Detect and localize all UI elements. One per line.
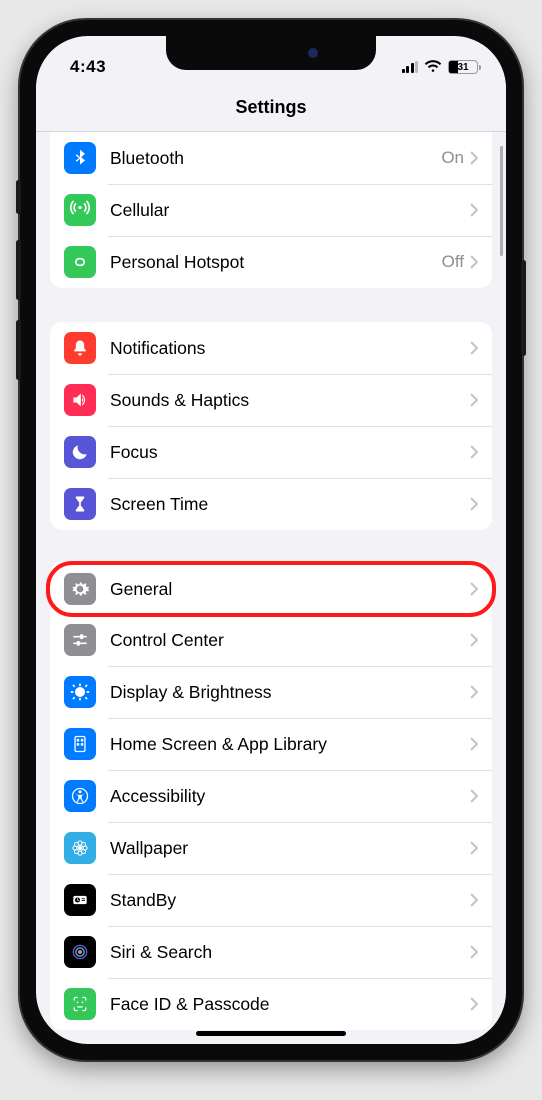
volume-down-button	[16, 320, 21, 380]
link-icon	[64, 246, 96, 278]
row-label: StandBy	[110, 890, 470, 911]
volume-up-button	[16, 240, 21, 300]
grid-icon	[64, 728, 96, 760]
row-cellular[interactable]: Cellular	[50, 184, 492, 236]
chevron-right-icon	[470, 341, 478, 355]
status-indicators: 31	[402, 60, 479, 74]
row-label: Siri & Search	[110, 942, 470, 963]
accessibility-icon	[64, 780, 96, 812]
row-notifications[interactable]: Notifications	[50, 322, 492, 374]
chevron-right-icon	[470, 445, 478, 459]
gear-icon	[64, 573, 96, 605]
row-wallpaper[interactable]: Wallpaper	[50, 822, 492, 874]
row-label: Wallpaper	[110, 838, 470, 859]
row-bluetooth[interactable]: Bluetooth On	[50, 132, 492, 184]
bell-icon	[64, 332, 96, 364]
row-label: Face ID & Passcode	[110, 994, 470, 1015]
flower-icon	[64, 832, 96, 864]
settings-group-system: General Control Center Display & Brightn…	[50, 561, 492, 1030]
cellular-signal-icon	[402, 61, 419, 73]
row-label: General	[110, 579, 470, 600]
home-indicator[interactable]	[196, 1031, 346, 1036]
settings-group-alerts: Notifications Sounds & Haptics Focus	[50, 322, 492, 530]
chevron-right-icon	[470, 151, 478, 165]
row-label: Focus	[110, 442, 470, 463]
sun-icon	[64, 676, 96, 708]
row-label: Control Center	[110, 630, 470, 651]
power-button	[521, 260, 526, 356]
row-homescreen[interactable]: Home Screen & App Library	[50, 718, 492, 770]
row-label: Sounds & Haptics	[110, 390, 470, 411]
chevron-right-icon	[470, 893, 478, 907]
row-label: Home Screen & App Library	[110, 734, 470, 755]
battery-icon: 31	[448, 60, 478, 74]
bluetooth-icon	[64, 142, 96, 174]
row-controlcenter[interactable]: Control Center	[50, 614, 492, 666]
notch	[166, 36, 376, 70]
status-time: 4:43	[70, 57, 106, 77]
phone-frame: 4:43 31 Settings	[20, 20, 522, 1060]
mute-switch	[16, 180, 21, 214]
row-value: On	[441, 148, 464, 168]
sliders-icon	[64, 624, 96, 656]
settings-list[interactable]: Bluetooth On Cellular Personal Hotspot	[36, 132, 506, 1044]
siri-icon	[64, 936, 96, 968]
chevron-right-icon	[470, 255, 478, 269]
row-sounds[interactable]: Sounds & Haptics	[50, 374, 492, 426]
chevron-right-icon	[470, 737, 478, 751]
chevron-right-icon	[470, 945, 478, 959]
row-value: Off	[442, 252, 464, 272]
row-label: Cellular	[110, 200, 470, 221]
settings-group-connectivity: Bluetooth On Cellular Personal Hotspot	[50, 132, 492, 288]
row-label: Display & Brightness	[110, 682, 470, 703]
row-general[interactable]: General	[46, 561, 496, 617]
face-icon	[64, 988, 96, 1020]
row-label: Bluetooth	[110, 148, 441, 169]
wifi-icon	[424, 60, 442, 74]
row-label: Accessibility	[110, 786, 470, 807]
hourglass-icon	[64, 488, 96, 520]
row-faceid[interactable]: Face ID & Passcode	[50, 978, 492, 1030]
row-standby[interactable]: StandBy	[50, 874, 492, 926]
chevron-right-icon	[470, 997, 478, 1011]
row-focus[interactable]: Focus	[50, 426, 492, 478]
chevron-right-icon	[470, 633, 478, 647]
row-hotspot[interactable]: Personal Hotspot Off	[50, 236, 492, 288]
row-screentime[interactable]: Screen Time	[50, 478, 492, 530]
row-label: Personal Hotspot	[110, 252, 442, 273]
chevron-right-icon	[470, 685, 478, 699]
speaker-icon	[64, 384, 96, 416]
screen: 4:43 31 Settings	[36, 36, 506, 1044]
clock-icon	[64, 884, 96, 916]
antenna-icon	[64, 194, 96, 226]
row-label: Screen Time	[110, 494, 470, 515]
moon-icon	[64, 436, 96, 468]
chevron-right-icon	[470, 203, 478, 217]
chevron-right-icon	[470, 841, 478, 855]
chevron-right-icon	[470, 497, 478, 511]
row-siri[interactable]: Siri & Search	[50, 926, 492, 978]
row-display[interactable]: Display & Brightness	[50, 666, 492, 718]
row-label: Notifications	[110, 338, 470, 359]
chevron-right-icon	[470, 789, 478, 803]
row-accessibility[interactable]: Accessibility	[50, 770, 492, 822]
chevron-right-icon	[470, 582, 478, 596]
scroll-indicator[interactable]	[500, 146, 503, 256]
battery-percent: 31	[449, 62, 477, 73]
chevron-right-icon	[470, 393, 478, 407]
page-title: Settings	[235, 97, 306, 118]
nav-header: Settings	[36, 84, 506, 132]
